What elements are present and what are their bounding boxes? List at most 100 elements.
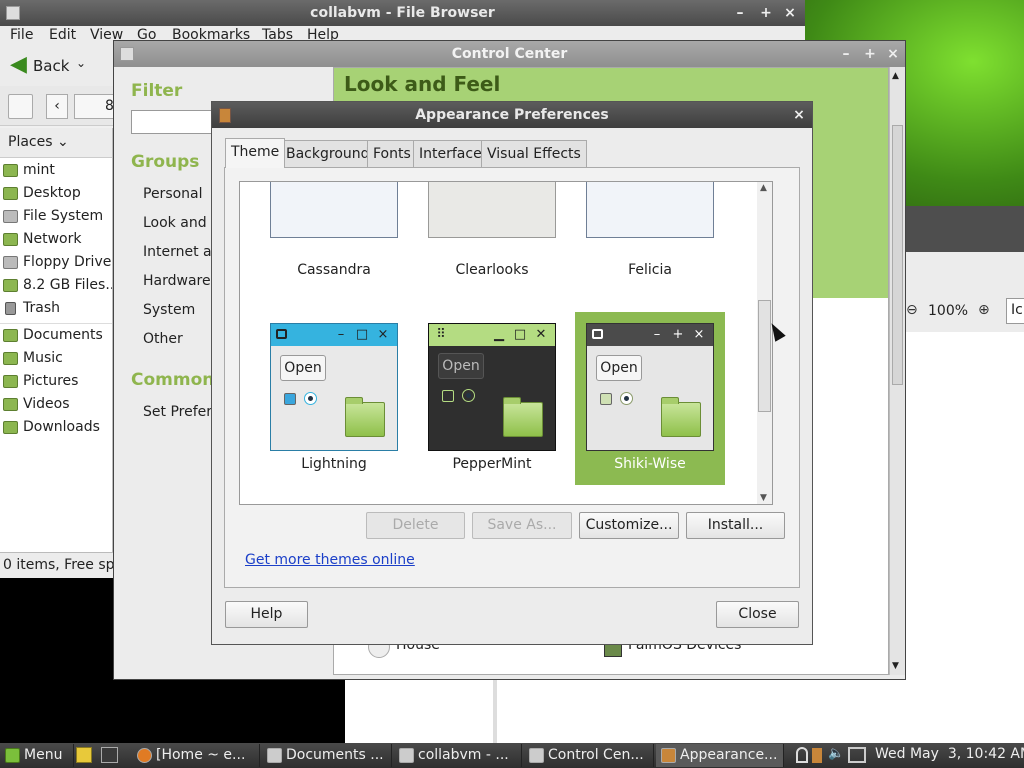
theme-list[interactable]: Cassandra Clearlooks Felicia – □ × Open Lightni… (239, 181, 771, 505)
zoom-level: 100% (928, 303, 969, 319)
scroll-up-icon[interactable]: ▲ (892, 71, 899, 81)
theme-thumbnail-cassandra[interactable] (270, 182, 398, 238)
close-button[interactable]: × (882, 41, 904, 67)
background-window-toolbar: ⊖ 100% ⊕ Ic (906, 252, 1024, 332)
back-arrow-icon[interactable]: ◀ (10, 54, 30, 76)
sample-checkbox-icon (442, 390, 454, 402)
place-trash[interactable]: Trash (0, 297, 112, 320)
taskbar: Menu [Home ~ e... Documents ... collabvm… (0, 743, 1024, 768)
pane-divider[interactable] (493, 680, 497, 743)
view-mode-select[interactable]: Ic (1006, 298, 1024, 324)
menu-file[interactable]: File (10, 27, 33, 43)
place-desktop[interactable]: Desktop (0, 182, 112, 205)
minimize-button[interactable]: – (729, 0, 751, 26)
group-hardware[interactable]: Hardware (143, 273, 211, 289)
appearance-titlebar[interactable]: Appearance Preferences × (212, 102, 812, 128)
tab-visual-effects[interactable]: Visual Effects (481, 140, 587, 168)
group-personal[interactable]: Personal (143, 186, 203, 202)
theme-label: Clearlooks (455, 262, 529, 278)
file-browser-titlebar[interactable]: collabvm - File Browser – + × (0, 0, 805, 26)
update-icon[interactable] (812, 748, 822, 763)
zoom-out-icon[interactable]: ⊖ (906, 302, 918, 318)
install-button[interactable]: Install... (686, 512, 785, 539)
tab-interface[interactable]: Interface (413, 140, 488, 168)
maximize-icon: + (672, 327, 684, 342)
place-network[interactable]: Network (0, 228, 112, 251)
back-button[interactable]: Back (33, 57, 69, 75)
place-mint[interactable]: mint (0, 159, 112, 182)
control-center-titlebar[interactable]: Control Center – + × (114, 41, 905, 67)
path-left-arrow-icon[interactable]: ‹ (46, 94, 68, 119)
menu-label: Menu (24, 747, 63, 763)
group-other[interactable]: Other (143, 331, 183, 347)
text-editor-launcher-icon[interactable] (76, 747, 92, 763)
path-segment[interactable]: 8 (74, 94, 114, 119)
background-window-content-bottom (345, 680, 906, 743)
place-floppy[interactable]: Floppy Drive (0, 251, 112, 274)
theme-thumbnail-lightning[interactable]: – □ × Open (270, 323, 398, 451)
place-music[interactable]: Music (0, 347, 112, 370)
maximize-button[interactable]: + (859, 41, 881, 67)
zoom-in-icon[interactable]: ⊕ (978, 302, 990, 318)
delete-button[interactable]: Delete (366, 512, 465, 539)
get-more-themes-link[interactable]: Get more themes online (245, 552, 415, 568)
maximize-icon: □ (355, 327, 369, 342)
tab-background[interactable]: Background (280, 140, 376, 168)
tab-fonts[interactable]: Fonts (367, 140, 417, 168)
scroll-down-icon[interactable]: ▼ (760, 493, 767, 503)
customize-button[interactable]: Customize... (579, 512, 679, 539)
edit-location-icon[interactable] (8, 94, 33, 119)
place-file-system[interactable]: File System (0, 205, 112, 228)
theme-list-scrollbar[interactable]: ▲ ▼ (757, 181, 773, 505)
minimize-button[interactable]: – (835, 41, 857, 67)
network-status-icon[interactable] (848, 747, 866, 763)
scroll-thumb[interactable] (892, 125, 903, 385)
save-as-button[interactable]: Save As... (472, 512, 572, 539)
theme-thumbnail-clearlooks[interactable] (428, 182, 556, 238)
file-browser-icon (267, 748, 282, 763)
maximize-button[interactable]: + (755, 0, 777, 26)
menu-edit[interactable]: Edit (49, 27, 76, 43)
theme-panel: Cassandra Clearlooks Felicia – □ × Open Lightni… (224, 167, 800, 588)
theme-thumbnail-peppermint[interactable]: ⠿ ▁ □ ✕ Open (428, 323, 556, 451)
group-system[interactable]: System (143, 302, 195, 318)
taskbar-item-collabvm[interactable]: collabvm - ... (394, 744, 522, 767)
place-videos[interactable]: Videos (0, 393, 112, 416)
chevron-down-icon[interactable]: ⌄ (76, 56, 86, 70)
volume-icon[interactable]: 🔈 (828, 746, 844, 761)
tab-theme[interactable]: Theme (225, 138, 286, 168)
menu-button[interactable]: Menu (0, 744, 74, 767)
taskbar-item-appearance[interactable]: Appearance... (656, 744, 784, 767)
mint-logo-icon (5, 748, 20, 763)
taskbar-item-control-center[interactable]: Control Cen... (524, 744, 654, 767)
sample-checkbox-icon (600, 393, 612, 405)
scroll-thumb[interactable] (758, 300, 771, 412)
window-icon (592, 329, 603, 339)
place-pictures[interactable]: Pictures (0, 370, 112, 393)
lock-icon[interactable] (796, 747, 808, 763)
close-button[interactable]: × (779, 0, 801, 26)
folder-icon (3, 421, 18, 434)
clock[interactable]: Wed May 3, 10:42 AM (875, 746, 1024, 762)
theme-thumbnail-shiki-wise[interactable]: – + × Open (586, 323, 714, 451)
place-volume[interactable]: 8.2 GB Files... (0, 274, 112, 297)
background-window-content (906, 332, 1024, 743)
places-header[interactable]: Places ⌄ (0, 128, 112, 158)
place-downloads[interactable]: Downloads (0, 416, 112, 439)
scroll-up-icon[interactable]: ▲ (760, 183, 767, 193)
folder-icon (3, 329, 18, 342)
help-button[interactable]: Help (225, 601, 308, 628)
taskbar-item-firefox[interactable]: [Home ~ e... (132, 744, 260, 767)
scroll-down-icon[interactable]: ▼ (892, 661, 899, 671)
close-dialog-button[interactable]: Close (716, 601, 799, 628)
theme-thumbnail-felicia[interactable] (586, 182, 714, 238)
taskbar-item-documents[interactable]: Documents ... (262, 744, 392, 767)
appearance-icon (661, 748, 676, 763)
terminal-launcher-icon[interactable] (101, 747, 118, 763)
theme-titlebar-preview: – □ × (271, 324, 397, 346)
close-button[interactable]: × (788, 102, 810, 128)
place-label: Videos (23, 396, 70, 412)
control-center-scrollbar[interactable]: ▲ ▼ (889, 67, 905, 675)
place-documents[interactable]: Documents (0, 324, 112, 347)
place-label: Downloads (23, 419, 100, 435)
